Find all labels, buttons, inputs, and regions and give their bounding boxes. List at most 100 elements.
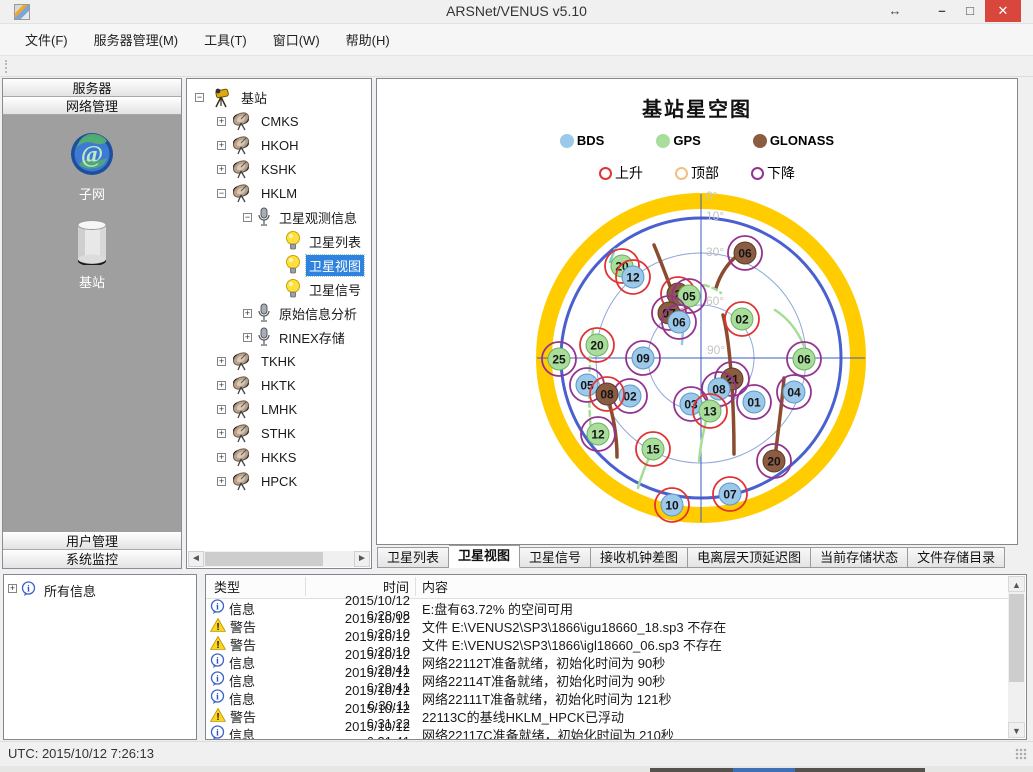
tree-node-label[interactable]: 卫星观测信息 [276,207,360,228]
accordion-section-server[interactable]: 服务器 [3,79,181,97]
tree-node-label[interactable]: HKOH [258,137,302,154]
menu-item-3[interactable]: 窗口(W) [262,26,331,53]
expand-icon[interactable]: + [243,309,252,318]
tree-node-label[interactable]: HPCK [258,473,300,490]
scroll-up-icon[interactable]: ▲ [1008,576,1025,592]
menu-item-1[interactable]: 服务器管理(M) [83,26,190,53]
tree-node-label[interactable]: HKKS [258,449,299,466]
menu-item-4[interactable]: 帮助(H) [335,26,401,53]
scroll-left-icon[interactable]: ◄ [188,551,204,567]
accordion-section-users[interactable]: 用户管理 [3,532,181,550]
expand-icon[interactable]: + [217,117,226,126]
resize-grip[interactable] [1015,748,1027,760]
tree-node-label[interactable]: TKHK [258,353,299,370]
scroll-down-icon[interactable]: ▼ [1008,722,1025,738]
tree-row-HPCK[interactable]: + HPCK [187,469,371,493]
expand-icon[interactable]: + [217,141,226,150]
scroll-thumb[interactable] [205,552,323,566]
tree-row-卫星观测信息[interactable]: − 卫星观测信息 [187,205,371,229]
tree-node-label[interactable]: 原始信息分析 [276,303,360,324]
expand-icon[interactable]: + [243,333,252,342]
tab-文件存储目录[interactable]: 文件存储目录 [908,547,1005,568]
tree-row-STHK[interactable]: + STHK [187,421,371,445]
tree-row-卫星信号[interactable]: 卫星信号 [187,277,371,301]
accordion-section-monitor[interactable]: 系统监控 [3,550,181,568]
tree-node-label[interactable]: 卫星信号 [306,279,364,300]
satellite-BDS-01[interactable]: 01 [737,385,771,419]
tree-row-HKOH[interactable]: + HKOH [187,133,371,157]
tree-node-label[interactable]: KSHK [258,161,299,178]
collapse-icon[interactable]: − [217,189,226,198]
tree-node-label[interactable]: HKTK [258,377,299,394]
column-type[interactable]: 类型 [206,577,306,596]
toolbar-grip[interactable] [5,60,8,73]
scroll-right-icon[interactable]: ► [354,551,370,567]
sensor-icon [259,304,269,321]
collapse-icon[interactable]: − [195,93,204,102]
satellite-prn-label: 09 [636,352,650,366]
tree-row-原始信息分析[interactable]: + 原始信息分析 [187,301,371,325]
scroll-thumb[interactable] [1009,594,1024,682]
tree-node-label[interactable]: 卫星视图 [306,255,364,276]
menu-item-2[interactable]: 工具(T) [193,26,258,53]
log-content-cell: 文件 E:\VENUS2\SP3\1866\igl18660_06.sp3 不存… [416,635,1026,654]
log-type-label: 信息 [229,725,255,741]
log-vscrollbar[interactable]: ▲ ▼ [1008,576,1025,738]
satellite-GPS-15[interactable]: 15 [636,432,670,466]
tree-node-label[interactable]: HKLM [258,185,300,202]
satellite-GPS-12[interactable]: 12 [581,417,615,451]
expand-icon[interactable]: + [217,165,226,174]
tab-卫星信号[interactable]: 卫星信号 [520,547,591,568]
expand-icon[interactable]: + [217,477,226,486]
tree-node-label[interactable]: LMHK [258,401,300,418]
tree-hscrollbar[interactable]: ◄ ► [188,551,370,567]
tab-电离层天顶延迟图[interactable]: 电离层天顶延迟图 [688,547,811,568]
expand-icon[interactable]: + [217,381,226,390]
log-tree-root-label[interactable]: 所有信息 [44,581,96,600]
expand-icon[interactable]: + [217,357,226,366]
tree-row-KSHK[interactable]: + KSHK [187,157,371,181]
tab-当前存储状态[interactable]: 当前存储状态 [811,547,908,568]
menu-item-0[interactable]: 文件(F) [14,26,79,53]
log-row-7[interactable]: i信息2015/10/12 6:31:41网络22117C准备就绪，初始化时间为… [206,725,1026,740]
log-type-label: 信息 [229,689,255,708]
tree-node-label[interactable]: 基站 [238,87,270,108]
window-move-icon[interactable]: ↔ [880,0,910,22]
sensor-icon [256,303,272,323]
expand-icon[interactable]: + [217,429,226,438]
tree-row-HKKS[interactable]: + HKKS [187,445,371,469]
tree-node-label[interactable]: CMKS [258,113,302,130]
tree-row-卫星列表[interactable]: 卫星列表 [187,229,371,253]
tab-卫星列表[interactable]: 卫星列表 [377,547,449,568]
expand-icon[interactable]: + [217,405,226,414]
minimize-button[interactable]: – [928,0,956,22]
tree-node-label[interactable]: 卫星列表 [306,231,364,252]
tree-node-label[interactable]: RINEX存储 [276,327,348,348]
satellite-GPS-02[interactable]: 02 [725,302,759,336]
tab-卫星视图[interactable]: 卫星视图 [449,545,520,568]
sidebar-item-subnet[interactable]: @子网 [3,131,181,203]
tree-node-label[interactable]: STHK [258,425,299,442]
tree-row-LMHK[interactable]: + LMHK [187,397,371,421]
satellite-GLONASS-20[interactable]: 20 [757,444,791,478]
dish-icon [231,111,250,130]
tab-接收机钟差图[interactable]: 接收机钟差图 [591,547,688,568]
close-button[interactable]: ✕ [985,0,1021,22]
satellite-GPS-20[interactable]: 20 [580,328,614,362]
accordion-section-network[interactable]: 网络管理 [3,97,181,115]
tree-row-基站[interactable]: − 基站 [187,85,371,109]
satellite-GLONASS-06[interactable]: 06 [728,236,762,270]
toolbar [0,56,1033,77]
sidebar-item-station[interactable]: 基站 [3,217,181,291]
tree-row-RINEX存储[interactable]: + RINEX存储 [187,325,371,349]
tree-row-TKHK[interactable]: + TKHK [187,349,371,373]
tree-row-卫星视图[interactable]: 卫星视图 [187,253,371,277]
collapse-icon[interactable]: − [243,213,252,222]
tree-row-HKTK[interactable]: + HKTK [187,373,371,397]
maximize-button[interactable]: □ [956,0,984,22]
expand-icon[interactable]: + [217,453,226,462]
expander-icon[interactable]: + [8,584,17,593]
column-content[interactable]: 内容 [416,577,1026,596]
tree-row-HKLM[interactable]: − HKLM [187,181,371,205]
tree-row-CMKS[interactable]: + CMKS [187,109,371,133]
